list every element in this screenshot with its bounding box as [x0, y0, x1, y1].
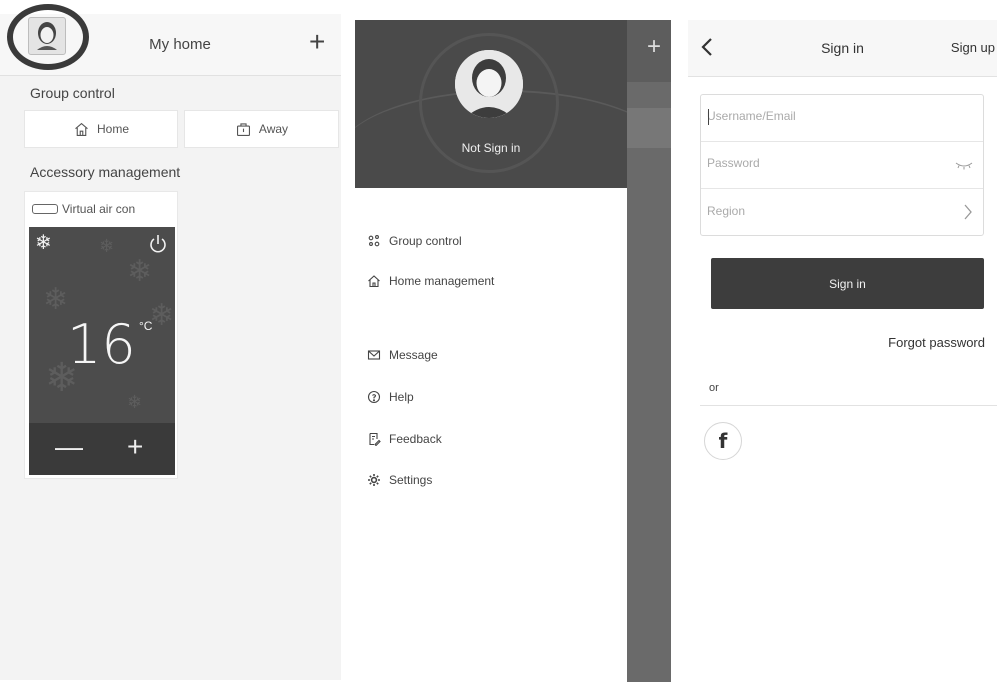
facebook-login-button[interactable]: f: [704, 422, 742, 460]
snowflake-decor-icon: ❄: [127, 255, 153, 288]
username-row: [701, 95, 983, 142]
chevron-right-icon: [964, 204, 972, 220]
menu-item-group-control[interactable]: Group control: [367, 234, 462, 248]
menu-item-feedback[interactable]: Feedback: [367, 432, 442, 446]
sign-in-button[interactable]: Sign in: [711, 258, 984, 309]
text-cursor: [708, 109, 709, 125]
help-icon: [367, 390, 381, 404]
password-row: [701, 142, 983, 189]
forgot-password-link[interactable]: Forgot password: [888, 335, 985, 350]
sign-up-link[interactable]: Sign up: [951, 40, 995, 55]
snowflake-decor-icon: ❄: [43, 283, 69, 316]
menu-item-settings[interactable]: Settings: [367, 473, 432, 487]
menu-item-label: Help: [389, 390, 414, 404]
away-mode-label: Away: [258, 122, 289, 136]
snowflake-decor-icon: ❄: [99, 236, 115, 256]
username-input[interactable]: [707, 109, 937, 123]
dimmed-home-overlay[interactable]: [627, 20, 671, 682]
sign-in-screen: Sign in Sign up Region Sign in Forgot pa…: [688, 20, 997, 682]
snowflake-icon[interactable]: ❄: [35, 233, 52, 253]
envelope-icon: [367, 350, 381, 360]
suitcase-icon: [236, 122, 250, 136]
power-icon[interactable]: [148, 233, 168, 255]
decrease-temp-button[interactable]: —: [55, 431, 83, 463]
accessory-management-label: Accessory management: [30, 164, 181, 180]
page-title: My home: [149, 36, 211, 53]
feedback-icon: [369, 432, 381, 446]
snowflake-decor-icon: ❄: [127, 392, 143, 412]
menu-item-help[interactable]: Help: [367, 390, 414, 404]
drawer-avatar[interactable]: [455, 50, 523, 118]
user-avatar-icon: [455, 50, 523, 118]
air-con-control-panel: ❄ ❄ ❄ ❄ ❄ ❄ ❄ 16 °C — +: [29, 227, 175, 475]
home-mode-label: Home: [96, 122, 129, 136]
highlight-circle: [7, 4, 89, 70]
air-conditioner-icon: [32, 204, 58, 214]
facebook-icon: f: [718, 429, 728, 453]
temperature-unit: °C: [139, 319, 153, 333]
menu-item-label: Feedback: [389, 432, 442, 446]
gear-icon: [368, 474, 380, 486]
menu-item-label: Home management: [389, 274, 495, 288]
house-icon: [75, 122, 88, 136]
menu-item-label: Settings: [389, 473, 433, 487]
region-row[interactable]: Region: [701, 189, 983, 236]
group-control-icon: [368, 235, 380, 247]
away-mode-button[interactable]: Away: [184, 110, 339, 148]
menu-item-message[interactable]: Message: [367, 348, 438, 362]
home-mode-button[interactable]: Home: [24, 110, 178, 148]
temperature-controls: — +: [29, 423, 175, 475]
menu-item-home-management[interactable]: Home management: [367, 274, 494, 288]
add-device-button[interactable]: +: [309, 28, 325, 56]
sign-in-form: Region: [700, 94, 984, 236]
my-home-screen: My home + Group control Home Away Access…: [0, 14, 341, 680]
password-input[interactable]: [707, 156, 937, 170]
increase-temp-button[interactable]: +: [127, 431, 143, 463]
drawer-header: Not Sign in: [355, 20, 627, 188]
menu-item-label: Message: [389, 348, 438, 362]
divider: [700, 405, 997, 406]
temperature-value: 16: [67, 313, 136, 376]
add-device-button[interactable]: +: [647, 35, 661, 59]
accessory-name: Virtual air con: [62, 202, 136, 216]
navigation-drawer: Not Sign in Group control Home managemen…: [355, 20, 671, 682]
snowflake-decor-icon: ❄: [149, 299, 175, 332]
menu-item-label: Group control: [389, 234, 462, 248]
signin-header: Sign in Sign up: [688, 20, 997, 77]
eye-closed-icon[interactable]: [955, 160, 973, 170]
or-divider-label: or: [709, 382, 719, 394]
region-label: Region: [707, 204, 746, 218]
group-control-label: Group control: [30, 85, 115, 101]
sign-in-status[interactable]: Not Sign in: [355, 141, 627, 155]
accessory-card[interactable]: Virtual air con ❄ ❄ ❄ ❄ ❄ ❄ ❄ 16 °C — +: [24, 191, 178, 479]
accessory-name-row: Virtual air con: [32, 202, 135, 216]
dimmed-row: [627, 108, 671, 148]
house-icon: [368, 275, 380, 288]
